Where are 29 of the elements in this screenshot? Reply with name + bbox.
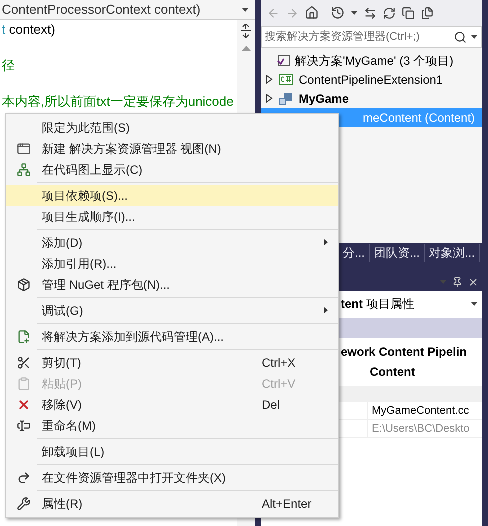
menu-item[interactable]: 在代码图上显示(C) — [6, 159, 338, 180]
menu-item[interactable]: 属性(R) Alt+Enter — [6, 493, 338, 514]
panel-tab[interactable]: 对象浏... — [425, 244, 480, 262]
menu-item[interactable]: 管理 NuGet 程序包(N)... — [6, 274, 338, 295]
menu-item[interactable]: 卸载项目(L) — [6, 441, 338, 462]
tree-item[interactable]: ContentPipelineExtension1 — [261, 70, 482, 89]
menu-item[interactable]: 在文件资源管理器中打开文件夹(X) — [6, 467, 338, 488]
menu-item[interactable]: 项目依赖项(S)... — [6, 185, 338, 206]
menu-item[interactable]: 将解决方案添加到源代码管理(A)... — [6, 326, 338, 347]
code-line: 径 — [1, 57, 16, 75]
tree-item[interactable]: MyGame — [261, 89, 482, 108]
member-dropdown[interactable]: ContentProcessorContext context) — [0, 0, 255, 20]
menu-item[interactable]: 新建 解决方案资源管理器 视图(N) — [6, 138, 338, 159]
menu-item[interactable]: 添加(D) — [6, 232, 338, 253]
code-line: 本内容,所以前面txt一定要保存为unicode — [1, 93, 235, 111]
menu-item[interactable]: 剪切(T) Ctrl+X — [6, 352, 338, 373]
menu-item[interactable]: 移除(V) Del — [6, 394, 338, 415]
panel-tab[interactable]: 团队资... — [370, 244, 426, 262]
menu-item[interactable]: 重命名(M) — [6, 415, 338, 436]
menu-item[interactable]: 添加引用(R)... — [6, 253, 338, 274]
property-value[interactable]: MyGameContent.cc — [368, 402, 470, 419]
search-field[interactable]: 搜索解决方案资源管理器(Ctrl+;) — [261, 26, 482, 48]
member-signature: ContentProcessorContext context) — [1, 0, 201, 19]
code-line: t context) — [1, 21, 56, 39]
property-title: Content — [369, 364, 416, 381]
tree-item[interactable]: 解决方案'MyGame' (3 个项目) — [261, 51, 482, 70]
property-title: ework Content Pipelin — [341, 344, 468, 361]
menu-item[interactable]: 项目生成顺序(I)... — [6, 206, 338, 227]
property-value[interactable]: E:\Users\BC\Deskto — [368, 420, 470, 437]
